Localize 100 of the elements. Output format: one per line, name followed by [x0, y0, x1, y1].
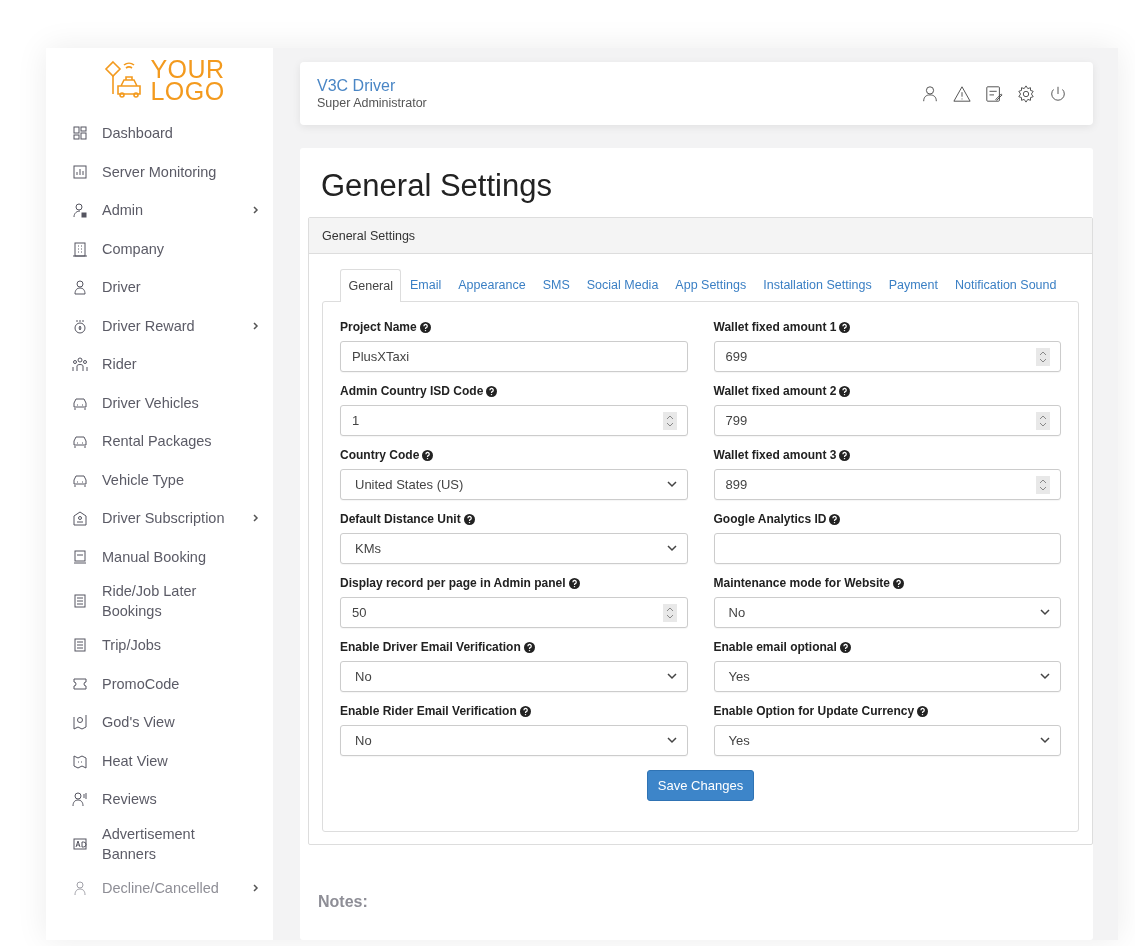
sidebar-item[interactable]: Manual Booking	[46, 537, 273, 576]
number-field[interactable]: 1	[340, 405, 688, 436]
panel-heading: General Settings	[309, 218, 1092, 254]
settings-icon[interactable]	[1017, 84, 1035, 103]
dropdown[interactable]: No	[340, 725, 688, 756]
document-icon	[72, 593, 88, 609]
user-icon[interactable]	[921, 84, 939, 103]
warning-icon[interactable]	[953, 84, 971, 103]
chevron-down-icon	[666, 673, 677, 680]
user-icon	[72, 879, 88, 896]
document-icon	[72, 637, 88, 654]
chevron-down-icon	[666, 545, 677, 552]
ad-icon	[72, 835, 88, 852]
help-icon	[839, 321, 851, 333]
sidebar-item[interactable]: Server Monitoring	[46, 152, 273, 191]
sidebar-item[interactable]: Driver Reward	[46, 306, 273, 345]
tab[interactable]: Email	[401, 268, 450, 301]
car-icon	[72, 433, 88, 450]
field-label: Google Analytics ID	[713, 512, 827, 526]
people-icon	[72, 356, 88, 373]
tab[interactable]: General	[340, 269, 402, 302]
dropdown[interactable]: KMs	[340, 533, 688, 564]
field-label: Project Name	[340, 320, 417, 334]
user-lock-icon	[72, 202, 88, 219]
dropdown[interactable]: Yes	[713, 725, 1061, 756]
help-icon	[893, 577, 904, 589]
sidebar-item[interactable]: Company	[46, 229, 273, 268]
sidebar-item[interactable]: Dashboard	[46, 114, 273, 153]
sidebar-item[interactable]: Reviews	[46, 780, 273, 819]
app-title: V3C Driver	[317, 77, 397, 95]
sidebar-item[interactable]: PromoCode	[46, 664, 273, 703]
tab[interactable]: Payment	[880, 268, 947, 301]
sidebar-item[interactable]: Advertisement Banners	[46, 818, 273, 869]
chevron-right-icon	[251, 882, 259, 893]
dropdown[interactable]: Yes	[713, 661, 1061, 692]
field-label: Country Code	[340, 448, 420, 462]
tab[interactable]: Installation Settings	[754, 268, 881, 301]
sidebar-item[interactable]: Driver Subscription	[46, 499, 273, 538]
dropdown[interactable]: No	[713, 597, 1061, 628]
sidebar-item[interactable]: Trip/Jobs	[46, 626, 273, 665]
building-icon	[72, 240, 88, 257]
chevron-right-icon	[251, 320, 259, 331]
sidebar-item[interactable]: Driver Vehicles	[46, 383, 273, 422]
field-label: Enable Rider Email Verification	[340, 704, 517, 718]
number-field[interactable]: 699	[713, 341, 1061, 372]
user-voice-icon	[72, 791, 88, 808]
sidebar-item[interactable]: Vehicle Type	[46, 460, 273, 499]
sidebar-item[interactable]: Ride/Job Later Bookings	[46, 576, 273, 626]
field-label: Enable Option for Update Currency	[713, 704, 915, 718]
dropdown[interactable]: United States (US)	[340, 469, 688, 500]
tab[interactable]: Social Media	[578, 268, 667, 301]
help-icon	[422, 449, 434, 461]
spinner-icon[interactable]	[1036, 411, 1050, 430]
power-icon[interactable]	[1049, 84, 1067, 103]
help-icon	[486, 385, 498, 397]
input-field[interactable]: PlusXTaxi	[340, 341, 688, 372]
map-icon	[72, 752, 88, 769]
chevron-down-icon	[666, 737, 677, 744]
field-label: Display record per page in Admin panel	[340, 576, 566, 590]
number-field[interactable]: 50	[340, 597, 688, 628]
book-icon	[72, 548, 88, 565]
tab[interactable]: Appearance	[449, 268, 535, 301]
tab[interactable]: App Settings	[666, 268, 755, 301]
dropdown[interactable]: No	[340, 661, 688, 692]
help-icon	[839, 641, 851, 653]
spinner-icon[interactable]	[1036, 347, 1050, 366]
save-button[interactable]: Save Changes	[646, 770, 755, 801]
tab[interactable]: Notification Sound	[946, 268, 1065, 301]
map-pin-icon	[72, 714, 88, 731]
field-label: Wallet fixed amount 2	[713, 384, 837, 398]
sidebar-item[interactable]: Heat View	[46, 741, 273, 780]
spinner-icon[interactable]	[1036, 475, 1050, 494]
number-field[interactable]: 899	[713, 469, 1061, 500]
spinner-icon[interactable]	[662, 603, 677, 622]
number-field[interactable]: 799	[713, 405, 1061, 436]
help-icon	[523, 641, 535, 653]
sidebar-item[interactable]: Rider	[46, 345, 273, 384]
user-role: Super Administrator	[317, 96, 427, 110]
chevron-down-icon	[1040, 673, 1050, 680]
help-icon	[519, 705, 531, 717]
sidebar-item[interactable]: Driver	[46, 268, 273, 307]
field-label: Enable Driver Email Verification	[340, 640, 521, 654]
spinner-icon[interactable]	[662, 411, 677, 430]
user-icon	[72, 279, 88, 296]
badge-icon	[72, 510, 88, 527]
field-label: Wallet fixed amount 1	[713, 320, 837, 334]
tab[interactable]: SMS	[534, 268, 579, 301]
page-title: General Settings	[321, 168, 553, 204]
help-icon	[829, 513, 841, 525]
sidebar-item[interactable]: Admin	[46, 191, 273, 230]
edit-note-icon[interactable]	[985, 84, 1003, 103]
field-label: Default Distance Unit	[340, 512, 461, 526]
logo-text: YOUR LOGO	[150, 58, 225, 102]
sidebar-item[interactable]: Rental Packages	[46, 422, 273, 461]
field-label: Admin Country ISD Code	[340, 384, 484, 398]
input-field[interactable]	[713, 533, 1061, 564]
chevron-down-icon	[666, 481, 677, 488]
sidebar-item[interactable]: God's View	[46, 703, 273, 742]
field-label: Maintenance mode for Website	[713, 576, 890, 590]
chevron-right-icon	[251, 205, 259, 216]
